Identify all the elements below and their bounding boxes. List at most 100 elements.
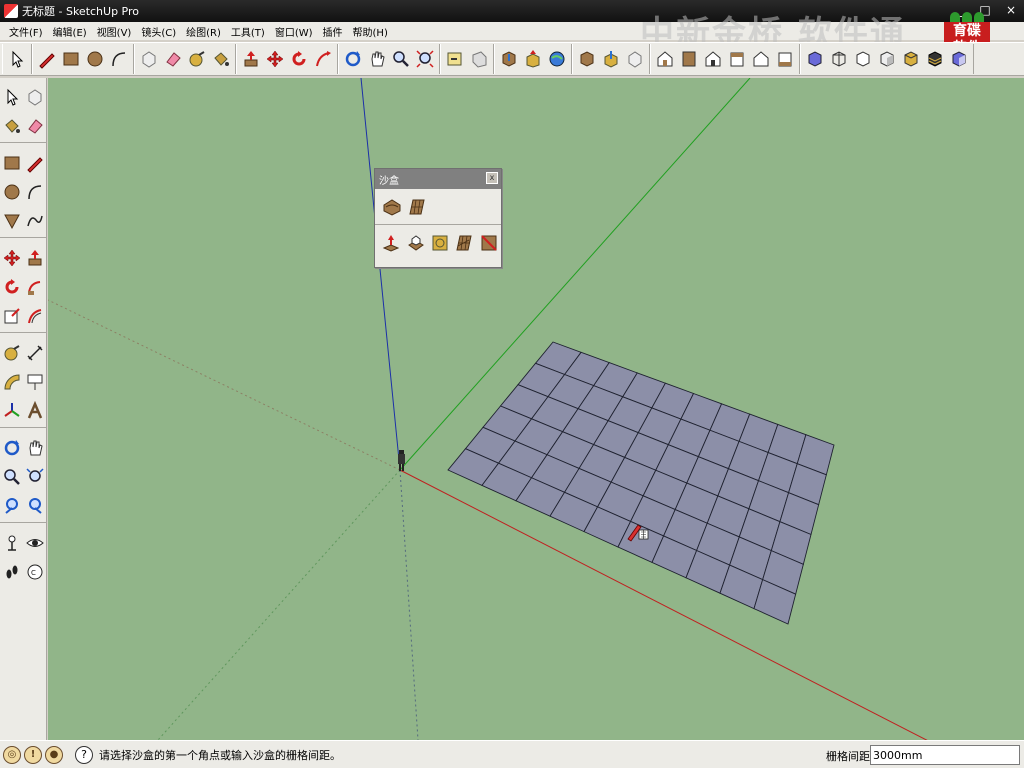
rectangle-tool-icon[interactable] — [60, 47, 82, 71]
arc-tool-icon[interactable] — [23, 177, 46, 206]
paint-bucket-icon[interactable] — [0, 111, 23, 140]
get-models-icon[interactable] — [498, 47, 520, 71]
menu-view[interactable]: 视图(V) — [92, 24, 137, 39]
offset-tool-icon[interactable] — [23, 301, 46, 330]
shaded-style-icon[interactable] — [876, 47, 898, 71]
component-browse-icon[interactable] — [576, 47, 598, 71]
rotate-tool-icon[interactable] — [0, 272, 23, 301]
sandbox-close-button[interactable]: x — [486, 172, 498, 184]
tape-measure-icon[interactable] — [0, 338, 23, 367]
zoom-extents-icon[interactable] — [414, 47, 436, 71]
previous-view-icon[interactable] — [0, 491, 23, 520]
top-view-icon[interactable] — [678, 47, 700, 71]
rotate-tool-icon[interactable] — [288, 47, 310, 71]
position-camera-icon[interactable] — [0, 528, 23, 557]
left-view-icon[interactable] — [774, 47, 796, 71]
eraser-tool-icon[interactable] — [162, 47, 184, 71]
pencil-line-tool-icon[interactable] — [23, 148, 46, 177]
hidden-line-style-icon[interactable] — [852, 47, 874, 71]
zoom-tool-icon[interactable] — [0, 462, 23, 491]
upload-component-icon[interactable] — [600, 47, 622, 71]
right-view-icon[interactable] — [726, 47, 748, 71]
sandbox-flip-edge-icon[interactable] — [478, 230, 500, 256]
3d-text-tool-icon[interactable] — [23, 396, 46, 425]
back-view-icon[interactable] — [750, 47, 772, 71]
circle-tool-icon[interactable] — [84, 47, 106, 71]
shaded-texture-style-icon[interactable] — [900, 47, 922, 71]
text-tool-icon[interactable] — [23, 367, 46, 396]
xray-style-icon[interactable] — [804, 47, 826, 71]
freehand-tool-icon[interactable] — [23, 206, 46, 235]
menu-tools[interactable]: 工具(T) — [226, 24, 270, 39]
measurement-input[interactable] — [870, 745, 1020, 765]
zoom-extents-icon[interactable] — [23, 491, 46, 520]
monochrome-style-icon[interactable] — [924, 47, 946, 71]
user-account-icon[interactable]: ● — [45, 745, 63, 764]
push-pull-icon[interactable] — [240, 47, 262, 71]
measurement-label: 栅格间距 — [826, 750, 870, 763]
wireframe-style-icon[interactable] — [828, 47, 850, 71]
menu-camera[interactable]: 镜头(C) — [136, 24, 181, 39]
next-view-icon[interactable] — [468, 47, 490, 71]
sandbox-stamp-icon[interactable] — [404, 230, 426, 256]
menu-file[interactable]: 文件(F) — [4, 24, 48, 39]
zoom-window-icon[interactable] — [23, 462, 46, 491]
credits-icon[interactable]: ! — [24, 745, 42, 764]
follow-me-icon[interactable] — [23, 272, 46, 301]
component-box-icon[interactable] — [948, 47, 970, 71]
scale-tool-icon[interactable] — [0, 301, 23, 330]
orbit-tool-icon[interactable] — [342, 47, 364, 71]
previous-view-icon[interactable] — [444, 47, 466, 71]
google-earth-icon[interactable] — [546, 47, 568, 71]
polygon-tool-icon[interactable] — [0, 206, 23, 235]
share-model-icon[interactable] — [522, 47, 544, 71]
rectangle-tool-icon[interactable] — [0, 148, 23, 177]
svg-text:C: C — [31, 569, 36, 577]
paint-bucket-icon[interactable] — [210, 47, 232, 71]
eraser-tool-icon[interactable] — [23, 111, 46, 140]
component-options-icon[interactable] — [624, 47, 646, 71]
geo-location-icon[interactable]: ◎ — [3, 745, 21, 764]
move-tool-icon[interactable] — [0, 243, 23, 272]
sandbox-from-scratch-icon[interactable] — [405, 194, 428, 220]
front-view-icon[interactable] — [702, 47, 724, 71]
sandbox-toolbar-title-bar[interactable]: 沙盒 x — [375, 169, 501, 189]
circle-tool-icon[interactable] — [0, 177, 23, 206]
make-component-icon[interactable] — [138, 47, 160, 71]
iso-view-icon[interactable] — [654, 47, 676, 71]
menu-edit[interactable]: 编辑(E) — [48, 24, 92, 39]
make-component-icon[interactable] — [23, 82, 46, 111]
green-axis-negative — [157, 469, 401, 740]
help-icon[interactable]: ? — [75, 745, 93, 764]
pan-hand-icon[interactable] — [366, 47, 388, 71]
push-pull-icon[interactable] — [23, 243, 46, 272]
menu-plugins[interactable]: 插件 — [318, 24, 348, 39]
sandbox-add-detail-icon[interactable] — [453, 230, 475, 256]
protractor-tool-icon[interactable] — [0, 367, 23, 396]
dimension-tool-icon[interactable] — [23, 338, 46, 367]
3d-viewport[interactable] — [48, 78, 1024, 740]
menu-help[interactable]: 帮助(H) — [348, 24, 393, 39]
window-title: 无标题 - SketchUp Pro — [22, 5, 140, 18]
close-button[interactable]: × — [1004, 2, 1018, 18]
move-tool-icon[interactable] — [264, 47, 286, 71]
follow-me-icon[interactable] — [312, 47, 334, 71]
menu-window[interactable]: 窗口(W) — [270, 24, 318, 39]
arc-tool-icon[interactable] — [108, 47, 130, 71]
pan-hand-icon[interactable] — [23, 433, 46, 462]
walk-footprints-icon[interactable] — [0, 557, 23, 586]
sandbox-from-contours-icon[interactable] — [380, 194, 403, 220]
pencil-line-tool-icon[interactable] — [36, 47, 58, 71]
axes-tool-icon[interactable] — [0, 396, 23, 425]
tape-measure-icon[interactable] — [186, 47, 208, 71]
orbit-tool-icon[interactable] — [0, 433, 23, 462]
sandbox-drape-icon[interactable] — [429, 230, 451, 256]
section-plane-icon[interactable]: C — [23, 557, 46, 586]
select-tool-icon[interactable] — [6, 47, 28, 71]
sandbox-toolbar-window[interactable]: 沙盒 x — [374, 168, 502, 268]
zoom-tool-icon[interactable] — [390, 47, 412, 71]
select-tool-icon[interactable] — [0, 82, 23, 111]
menu-draw[interactable]: 绘图(R) — [181, 24, 226, 39]
look-around-eye-icon[interactable] — [23, 528, 46, 557]
sandbox-smoove-icon[interactable] — [380, 230, 402, 256]
